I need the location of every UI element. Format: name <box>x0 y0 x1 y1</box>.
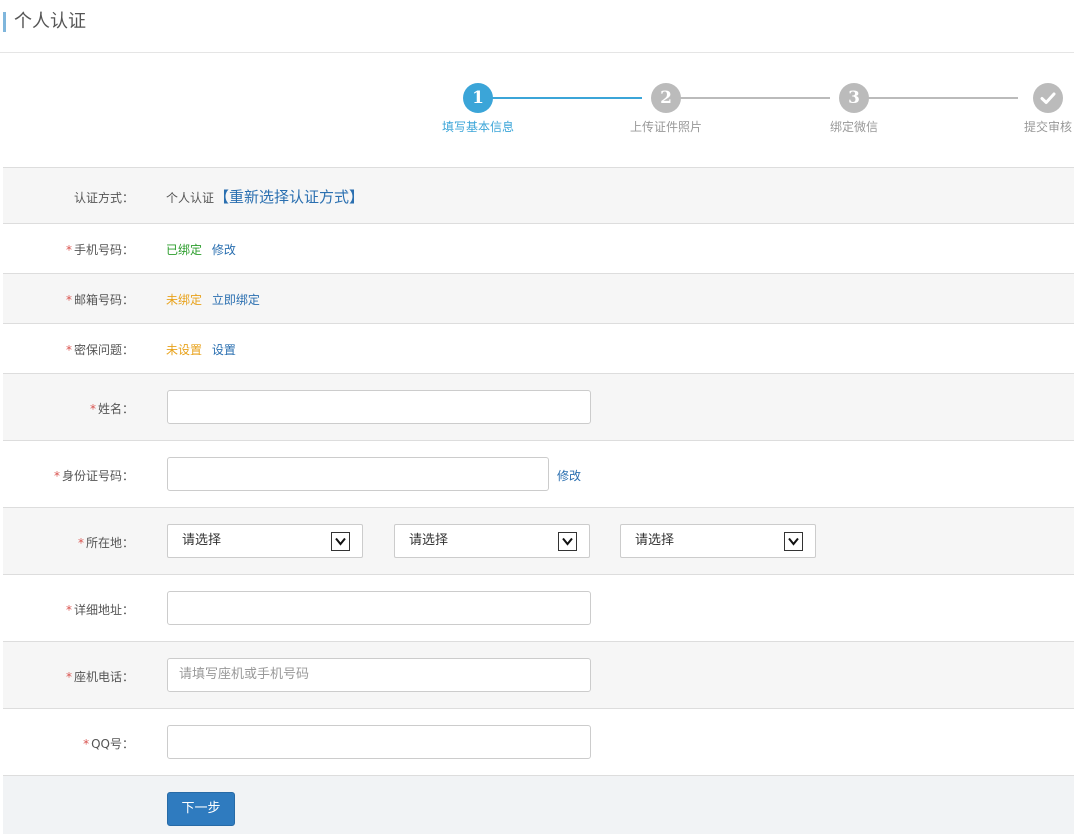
chevron-down-icon <box>558 532 577 551</box>
name-label-text: 姓名： <box>97 402 134 416</box>
step-2-label: 上传证件照片 <box>629 120 702 134</box>
required-mark: * <box>89 402 96 416</box>
city-select[interactable]: 请选择 <box>394 524 590 558</box>
name-input[interactable] <box>167 390 591 424</box>
qq-input[interactable] <box>167 725 591 759</box>
phone-modify-link[interactable]: 修改 <box>212 243 236 257</box>
step-4-label: 提交审核 <box>1023 120 1072 134</box>
title-accent-bar <box>3 12 6 32</box>
qq-label: * QQ号： <box>3 735 134 752</box>
id-number-modify-link[interactable]: 修改 <box>557 467 581 484</box>
name-label: * 姓名： <box>3 400 134 417</box>
phone-label-text: 手机号码： <box>73 243 134 257</box>
required-mark: * <box>53 469 60 483</box>
verification-form: 认证方式： 个人认证【重新选择认证方式】 * 手机号码： 已绑定 修改 * 邮箱号码… <box>3 167 1074 834</box>
required-mark: * <box>65 670 72 684</box>
row-email: * 邮箱号码： 未绑定 立即绑定 <box>3 274 1074 324</box>
landline-label-text: 座机电话： <box>73 670 134 684</box>
address-input[interactable] <box>167 591 591 625</box>
id-number-input[interactable] <box>167 457 549 491</box>
required-mark: * <box>65 603 72 617</box>
row-security-question: * 密保问题： 未设置 设置 <box>3 324 1074 374</box>
email-label: * 邮箱号码： <box>3 291 134 308</box>
district-select-value: 请选择 <box>635 533 675 548</box>
phone-label: * 手机号码： <box>3 241 134 258</box>
security-value-wrap: 未设置 设置 <box>166 341 236 358</box>
id-number-label: * 身份证号码： <box>3 467 134 484</box>
row-qq: * QQ号： <box>3 709 1074 776</box>
step-connector-2 <box>680 97 830 99</box>
row-location: * 所在地： 请选择 请选择 请选择 <box>3 508 1074 575</box>
qq-label-text: QQ号： <box>91 737 134 751</box>
email-value-wrap: 未绑定 立即绑定 <box>166 291 260 308</box>
step-3-label: 绑定微信 <box>829 120 878 134</box>
email-status: 未绑定 <box>166 293 203 307</box>
progress-stepper: 1 2 3 填写基本信息 上传证件照片 绑定微信 提交审核 <box>0 80 1074 150</box>
address-label: * 详细地址： <box>3 601 134 618</box>
step-2-circle: 2 <box>651 83 681 113</box>
step-connector-1 <box>492 97 642 99</box>
auth-method-label: 认证方式： <box>73 191 134 205</box>
security-set-link[interactable]: 设置 <box>212 343 236 357</box>
step-1-label: 填写基本信息 <box>441 120 514 134</box>
auth-method-value-wrap: 个人认证【重新选择认证方式】 <box>166 186 364 207</box>
district-select[interactable]: 请选择 <box>620 524 816 558</box>
check-icon <box>1040 92 1056 104</box>
next-step-button[interactable]: 下一步 <box>167 792 235 826</box>
id-number-label-text: 身份证号码： <box>61 469 134 483</box>
address-label-text: 详细地址： <box>73 603 134 617</box>
step-connector-3 <box>868 97 1018 99</box>
city-select-value: 请选择 <box>409 533 449 548</box>
row-auth-method: 认证方式： 个人认证【重新选择认证方式】 <box>3 168 1074 224</box>
landline-label: * 座机电话： <box>3 668 134 685</box>
row-landline: * 座机电话： 请填写座机或手机号码 <box>3 642 1074 709</box>
chevron-down-icon <box>784 532 803 551</box>
step-3-circle: 3 <box>839 83 869 113</box>
step-1-circle: 1 <box>463 83 493 113</box>
chevron-down-icon <box>331 532 350 551</box>
row-name: * 姓名： <box>3 374 1074 441</box>
province-select-value: 请选择 <box>182 533 222 548</box>
row-id-number: * 身份证号码： 修改 <box>3 441 1074 508</box>
email-bind-link[interactable]: 立即绑定 <box>212 293 260 307</box>
required-mark: * <box>77 536 84 550</box>
security-label: * 密保问题： <box>3 341 134 358</box>
required-mark: * <box>65 343 72 357</box>
security-status: 未设置 <box>166 343 203 357</box>
security-label-text: 密保问题： <box>73 343 134 357</box>
step-4-circle <box>1033 83 1063 113</box>
required-mark: * <box>83 737 90 751</box>
location-label-text: 所在地： <box>85 536 134 550</box>
row-actions: 下一步 <box>3 776 1074 834</box>
reselect-auth-method-link[interactable]: 【重新选择认证方式】 <box>214 188 364 206</box>
page-header: 个人认证 <box>0 0 1074 53</box>
page-title: 个人认证 <box>14 11 86 32</box>
email-label-text: 邮箱号码： <box>73 293 134 307</box>
phone-status: 已绑定 <box>166 243 203 257</box>
row-address: * 详细地址： <box>3 575 1074 642</box>
row-phone: * 手机号码： 已绑定 修改 <box>3 224 1074 274</box>
phone-value-wrap: 已绑定 修改 <box>166 241 236 258</box>
auth-method-value: 个人认证 <box>166 191 215 205</box>
province-select[interactable]: 请选择 <box>167 524 363 558</box>
landline-input[interactable]: 请填写座机或手机号码 <box>167 658 591 692</box>
location-label: * 所在地： <box>3 534 134 551</box>
required-mark: * <box>65 293 72 307</box>
required-mark: * <box>65 243 72 257</box>
